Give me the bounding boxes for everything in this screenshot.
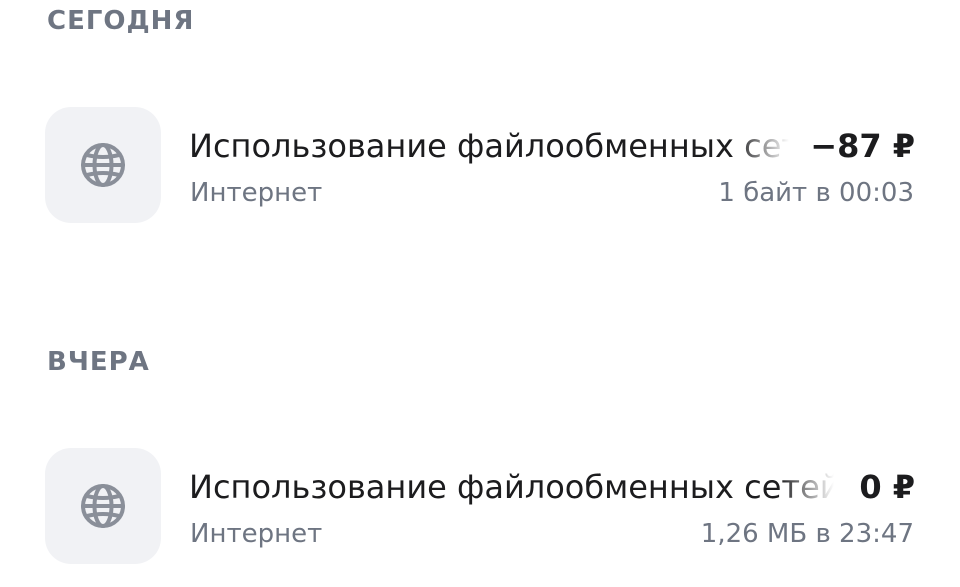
transaction-amount: 0 ₽	[859, 468, 915, 506]
section-header-yesterday: ВЧЕРА	[47, 347, 150, 377]
transaction-row[interactable]: Использование файлообменных сетей 0 ₽ Ин…	[0, 448, 960, 566]
section-header-today: СЕГОДНЯ	[47, 6, 195, 36]
transaction-title-container: Использование файлообменных сетей	[189, 123, 789, 169]
globe-icon	[81, 143, 125, 187]
transaction-title: Использование файлообменных сетей	[189, 468, 834, 506]
globe-icon	[81, 484, 125, 528]
transaction-meta: 1,26 МБ в 23:47	[700, 519, 914, 549]
transaction-icon-tile	[45, 107, 161, 223]
transaction-icon-tile	[45, 448, 161, 564]
transaction-title-container: Использование файлообменных сетей	[189, 464, 834, 510]
transaction-category: Интернет	[190, 178, 323, 208]
transaction-amount: −87 ₽	[810, 127, 915, 165]
transaction-category: Интернет	[190, 519, 323, 549]
transaction-row[interactable]: Использование файлообменных сетей −87 ₽ …	[0, 107, 960, 225]
transaction-title: Использование файлообменных сетей	[189, 127, 789, 165]
transaction-meta: 1 байт в 00:03	[718, 178, 914, 208]
